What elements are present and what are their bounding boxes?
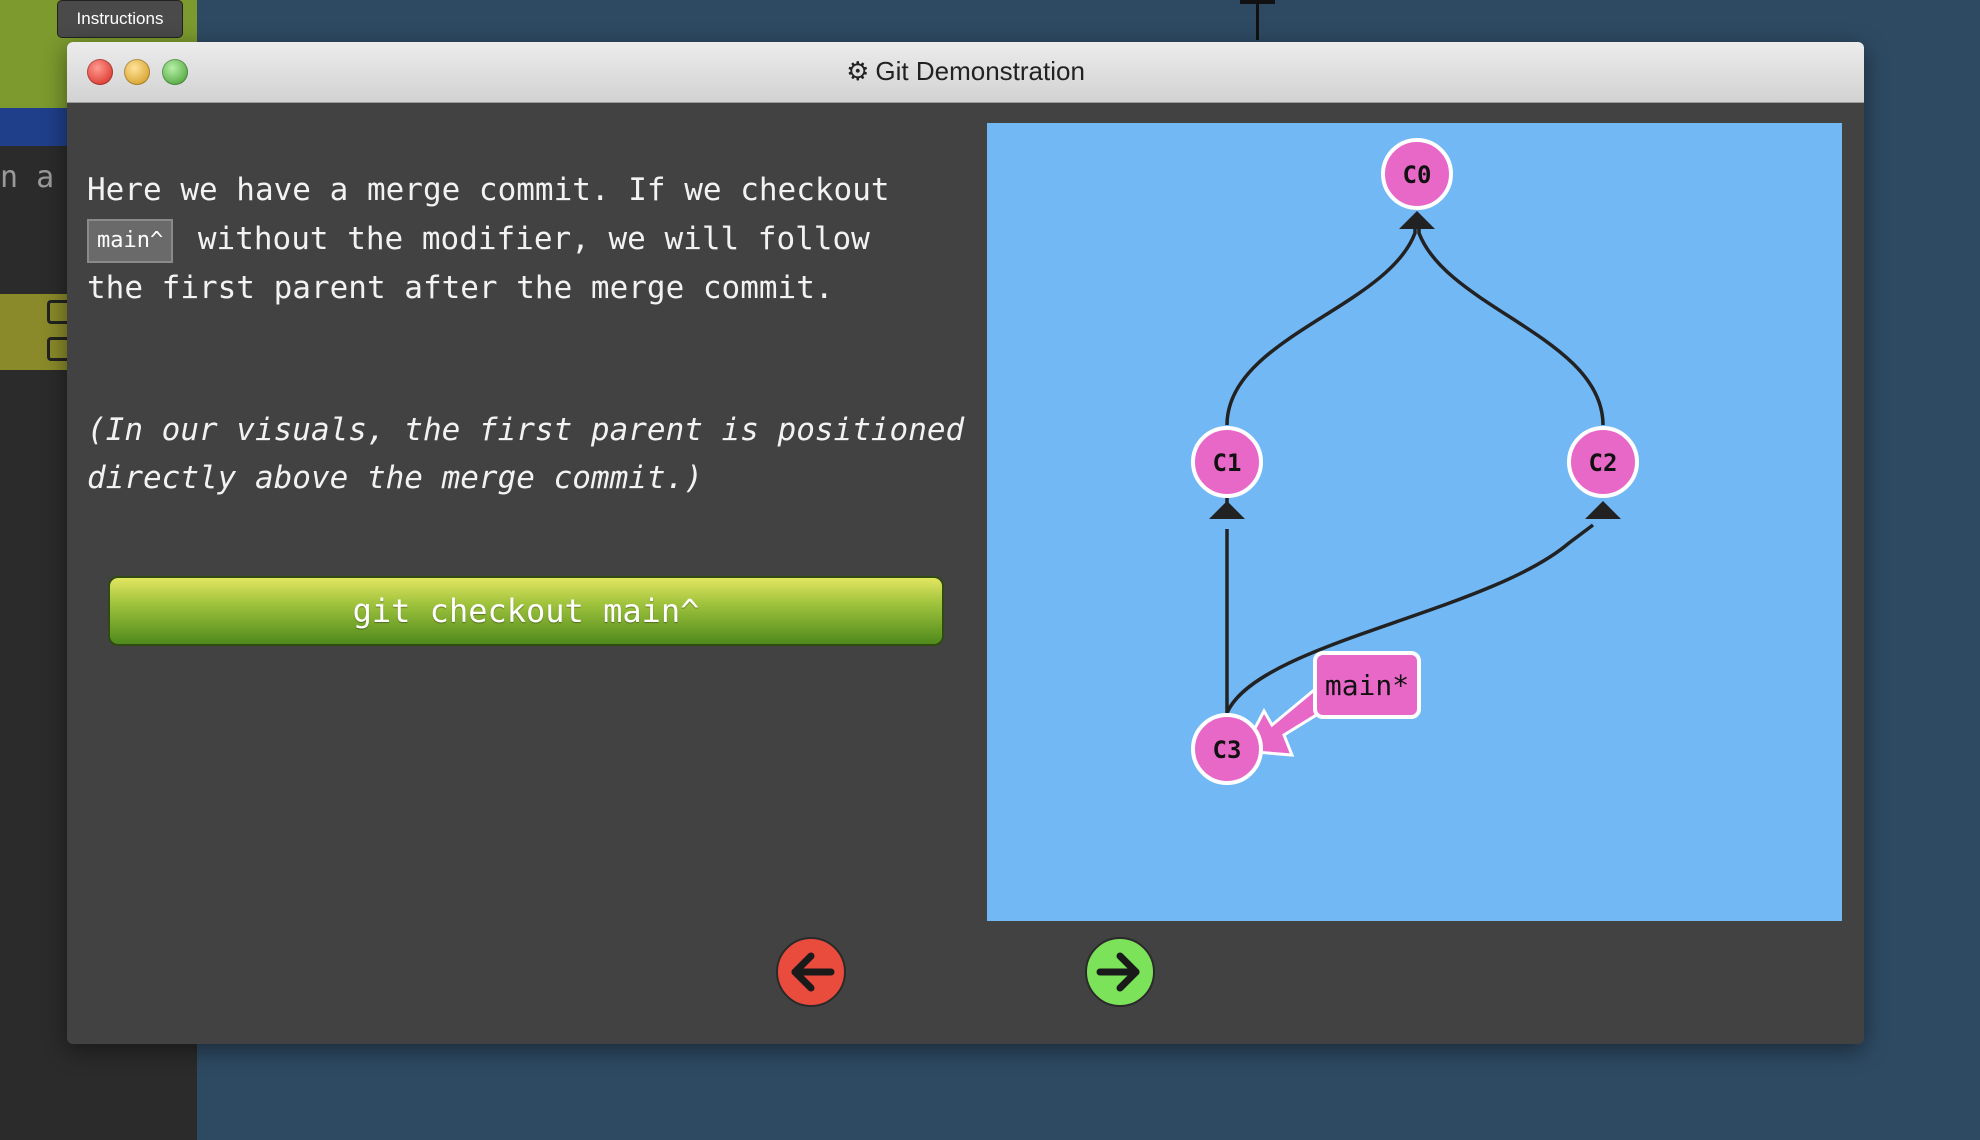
arrowhead-c2 (1585, 501, 1621, 519)
inline-code: main^ (87, 218, 174, 263)
branch-label-text: main* (1325, 669, 1409, 702)
window-title-text: Git Demonstration (875, 56, 1085, 86)
arrowhead-c0 (1399, 211, 1435, 229)
git-graph-svg: C0 C1 C2 C3 main* (1191, 138, 1639, 785)
edge-c2-c0 (1417, 228, 1605, 426)
background-divider (1256, 0, 1259, 40)
branch-label-main[interactable]: main* (1313, 651, 1421, 719)
background-left-text: n a (0, 160, 55, 195)
commit-c0[interactable]: C0 (1381, 138, 1453, 210)
commit-c1[interactable]: C1 (1191, 426, 1263, 498)
background-divider-cap (1240, 0, 1275, 4)
commit-c2[interactable]: C2 (1567, 426, 1639, 498)
back-button[interactable] (775, 936, 847, 1008)
git-graph-visualization: C0 C1 C2 C3 main* (987, 123, 1842, 921)
commit-c3[interactable]: C3 (1191, 713, 1263, 785)
git-command-button[interactable]: git checkout main^ (108, 576, 944, 646)
window-title: ⚙ Git Demonstration (67, 56, 1864, 87)
commit-label: C3 (1213, 736, 1242, 764)
instructions-button[interactable]: Instructions (57, 0, 183, 38)
window-titlebar: ⚙ Git Demonstration (67, 42, 1864, 103)
commit-label: C0 (1403, 161, 1432, 189)
edge-c1-c0 (1225, 228, 1417, 426)
description-text-2: without the modifier, we will follow the… (87, 221, 870, 306)
dialog-description: Here we have a merge commit. If we check… (87, 166, 987, 313)
commit-label: C1 (1213, 449, 1242, 477)
commit-label: C2 (1589, 449, 1618, 477)
gear-icon: ⚙ (846, 56, 870, 86)
description-text-1: Here we have a merge commit. If we check… (87, 172, 890, 208)
arrowhead-c1 (1209, 501, 1245, 519)
dialog-note: (In our visuals, the first parent is pos… (87, 412, 965, 496)
git-demonstration-window: ⚙ Git Demonstration Here we have a merge … (67, 42, 1864, 1044)
forward-button[interactable] (1084, 936, 1156, 1008)
